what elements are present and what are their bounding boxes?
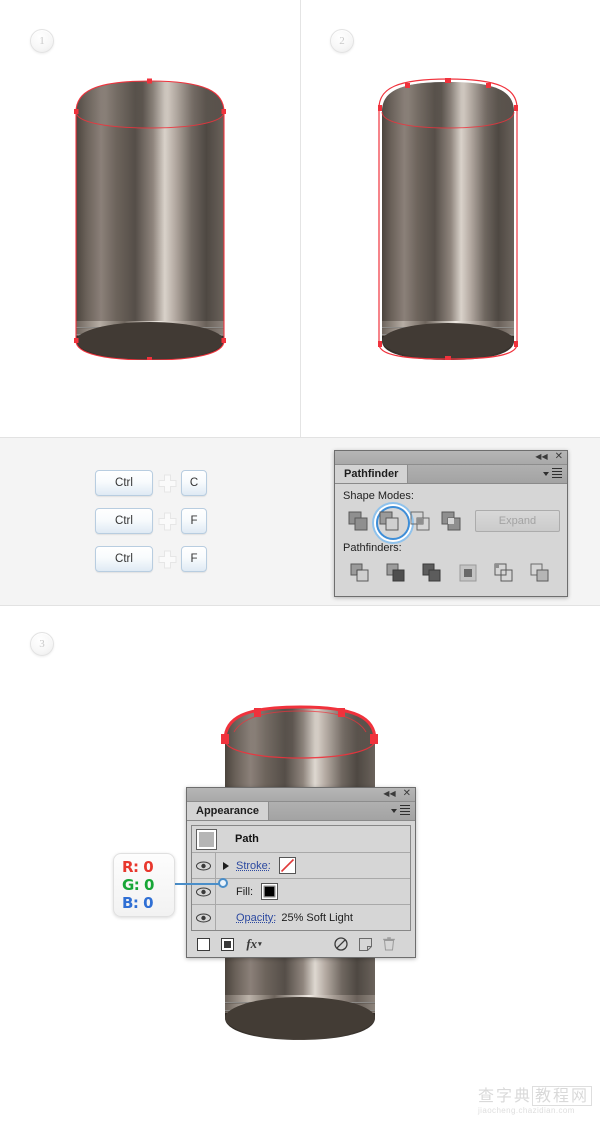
expand-stroke-arrow[interactable] (216, 861, 236, 870)
watermark: 查字典 教程网 jiaocheng.chazidian.com (478, 1086, 596, 1120)
watermark-url: jiaocheng.chazidian.com (478, 1106, 575, 1115)
appearance-titlebar[interactable]: ◀◀ ✕ (187, 788, 415, 802)
step-badge-2: 2 (330, 29, 354, 53)
object-thumbnail (196, 828, 217, 850)
callout-anchor-dot (218, 878, 228, 888)
rgb-g-value: G: 0 (122, 876, 154, 894)
plus-icon-1 (153, 474, 181, 493)
pathfinder-titlebar[interactable]: ◀◀ ✕ (335, 451, 567, 465)
minus-back-icon[interactable] (522, 558, 558, 588)
pathfinder-body: Shape Modes: Expand Pathfinders: (335, 484, 567, 596)
visibility-toggle-stroke[interactable] (192, 853, 216, 878)
opacity-label[interactable]: Opacity: (236, 912, 276, 924)
exclude-icon[interactable] (436, 506, 467, 536)
shape-modes-label: Shape Modes: (343, 490, 414, 502)
tab-appearance[interactable]: Appearance (187, 802, 269, 820)
key-ctrl-1-label: Ctrl (115, 477, 133, 489)
rgb-b-value: B: 0 (122, 894, 154, 912)
step-badge-1: 1 (30, 29, 54, 53)
step-badge-3-label: 3 (39, 638, 45, 650)
delete-item-icon[interactable] (377, 937, 401, 951)
key-c-1-label: C (189, 477, 199, 489)
plus-icon-2 (153, 512, 181, 531)
rgb-r-value: R: 0 (122, 858, 154, 876)
expand-button[interactable]: Expand (474, 510, 561, 532)
fill-swatch-black[interactable] (261, 883, 279, 900)
callout-leader-line (172, 883, 222, 885)
vertical-divider (300, 0, 301, 437)
appearance-toolbar: fx ▾ (191, 934, 411, 954)
cylinder-svg-2 (378, 78, 518, 360)
watermark-cn-left: 查字典 (478, 1086, 533, 1105)
shortcut-row-3: Ctrl F (95, 546, 207, 572)
pathfinder-panel: ◀◀ ✕ Pathfinder Shape Modes: Expand Path… (334, 450, 568, 597)
panel-menu-icon[interactable] (543, 468, 562, 480)
outline-icon[interactable] (486, 558, 522, 588)
clear-appearance-icon[interactable] (329, 937, 353, 951)
collapse-icon[interactable]: ◀◀ (535, 452, 547, 462)
key-ctrl-2[interactable]: Ctrl (95, 508, 153, 534)
appearance-tabbar: Appearance (187, 802, 415, 821)
trim-icon[interactable] (378, 558, 414, 588)
shortcut-row-2: Ctrl F (95, 508, 207, 534)
unite-icon[interactable] (342, 506, 373, 536)
appearance-row-opacity[interactable]: Opacity: 25% Soft Light (192, 905, 410, 930)
key-ctrl-3-label: Ctrl (115, 553, 133, 565)
opacity-value: 25% Soft Light (281, 911, 353, 924)
stroke-label[interactable]: Stroke: (236, 860, 271, 872)
object-label: Path (235, 833, 259, 845)
plus-icon-3 (153, 550, 181, 569)
cylinder-svg-1 (74, 78, 226, 360)
key-f-2-label: F (190, 553, 198, 565)
collapse-icon[interactable]: ◀◀ (383, 789, 395, 799)
close-icon[interactable]: ✕ (403, 789, 411, 799)
appearance-row-stroke[interactable]: Stroke: (192, 853, 410, 879)
expand-button-label: Expand (498, 515, 537, 527)
pathfinder-tabbar: Pathfinder (335, 465, 567, 484)
key-ctrl-1[interactable]: Ctrl (95, 470, 153, 496)
step-badge-2-label: 2 (339, 35, 345, 47)
key-ctrl-3[interactable]: Ctrl (95, 546, 153, 572)
key-f-1-label: F (190, 515, 198, 527)
pathfinders-label: Pathfinders: (343, 542, 402, 554)
tutorial-page: 1 2 Ctrl C Ctrl F Ctrl F ◀◀ ✕ Pathfinder… (0, 0, 600, 1124)
minus-front-icon[interactable] (373, 506, 411, 540)
appearance-panel: ◀◀ ✕ Appearance Path Stroke: Fill: Opaci… (186, 787, 416, 958)
keyboard-shortcuts-group: Ctrl C Ctrl F Ctrl F (95, 470, 207, 584)
section-top: 1 2 (0, 0, 600, 437)
stroke-swatch-none[interactable] (278, 857, 296, 874)
merge-icon[interactable] (414, 558, 450, 588)
tab-pathfinder-label: Pathfinder (344, 468, 399, 480)
shape-modes-row: Expand (342, 506, 561, 540)
tab-appearance-label: Appearance (196, 805, 259, 817)
key-f-2[interactable]: F (181, 546, 207, 572)
close-icon[interactable]: ✕ (555, 452, 563, 462)
add-new-stroke-icon[interactable] (191, 937, 215, 951)
key-ctrl-2-label: Ctrl (115, 515, 133, 527)
add-new-fill-icon[interactable] (215, 937, 239, 951)
appearance-object-row[interactable]: Path (192, 826, 410, 853)
panel-menu-icon[interactable] (391, 805, 410, 817)
divide-icon[interactable] (342, 558, 378, 588)
step-badge-3: 3 (30, 632, 54, 656)
pathfinders-row (342, 558, 560, 588)
step-badge-1-label: 1 (39, 35, 45, 47)
watermark-chinese: 查字典 教程网 (478, 1086, 596, 1106)
crop-icon[interactable] (450, 558, 486, 588)
visibility-toggle-opacity[interactable] (192, 905, 216, 930)
fx-label: fx (246, 936, 258, 951)
shortcut-row-1: Ctrl C (95, 470, 207, 496)
duplicate-item-icon[interactable] (353, 937, 377, 951)
fill-label[interactable]: Fill: (236, 886, 253, 898)
add-new-effect-icon[interactable]: fx ▾ (239, 936, 269, 952)
rgb-color-callout: R: 0 G: 0 B: 0 (113, 853, 175, 917)
watermark-cn-right: 教程网 (532, 1086, 593, 1106)
tab-pathfinder[interactable]: Pathfinder (335, 465, 409, 483)
key-c-1[interactable]: C (181, 470, 207, 496)
intersect-icon[interactable] (404, 506, 435, 536)
key-f-1[interactable]: F (181, 508, 207, 534)
